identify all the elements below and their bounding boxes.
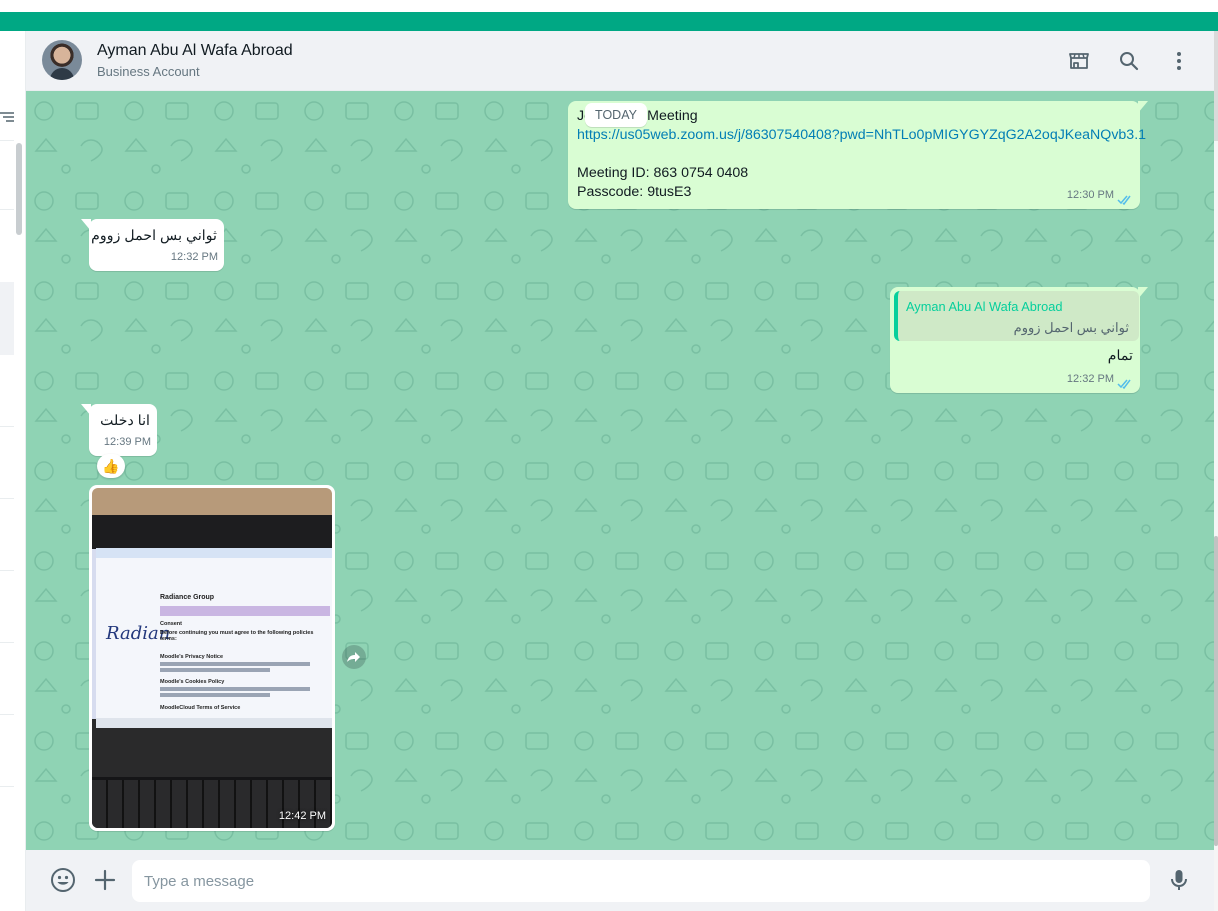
chat-list-edge bbox=[0, 31, 26, 911]
app-accent-bar bbox=[0, 12, 1218, 31]
date-divider: TODAY bbox=[585, 103, 647, 127]
message-bubble-incoming[interactable]: انا دخلت 12:39 PM bbox=[81, 404, 157, 456]
forward-icon[interactable] bbox=[342, 645, 366, 669]
contact-subtitle: Business Account bbox=[97, 64, 200, 79]
photo-text-line bbox=[160, 662, 310, 666]
catalog-icon[interactable] bbox=[1067, 49, 1091, 73]
chat-list-scrollbar[interactable] bbox=[16, 143, 22, 235]
photo-browser-tabs bbox=[96, 548, 332, 558]
photo-terms-heading: MoodleCloud Terms of Service bbox=[160, 705, 241, 711]
message-time: 12:39 PM bbox=[103, 436, 151, 448]
message-bubble-outgoing[interactable]: Ayman Abu Al Wafa Abroad ثواني بس احمل ز… bbox=[890, 287, 1148, 393]
search-icon[interactable] bbox=[1117, 49, 1141, 73]
list-divider bbox=[0, 786, 14, 787]
read-ticks-icon bbox=[1117, 379, 1131, 389]
page-scrollbar[interactable] bbox=[1214, 31, 1218, 911]
message-composer bbox=[26, 850, 1214, 911]
quoted-text: ثواني بس احمل زووم bbox=[1013, 320, 1129, 335]
list-divider bbox=[0, 209, 14, 210]
photo-consent-body: Before continuing you must agree to the … bbox=[160, 630, 314, 642]
microphone-icon[interactable] bbox=[1166, 867, 1192, 893]
list-divider bbox=[0, 426, 14, 427]
photo-consent-heading: Consent bbox=[160, 621, 182, 627]
scrollbar-track-top bbox=[1214, 31, 1218, 141]
reaction-thumbs-up[interactable]: 👍 bbox=[97, 454, 125, 478]
filter-icon[interactable] bbox=[0, 111, 14, 126]
message-text: تمام bbox=[1107, 348, 1133, 364]
quoted-message[interactable]: Ayman Abu Al Wafa Abroad ثواني بس احمل ز… bbox=[894, 291, 1139, 341]
message-time: 12:30 PM bbox=[1066, 189, 1114, 201]
meeting-link[interactable]: https://us05web.zoom.us/j/86307540408?pw… bbox=[577, 126, 1146, 145]
menu-icon[interactable] bbox=[1167, 49, 1191, 73]
list-divider bbox=[0, 498, 14, 499]
conversation-header: Ayman Abu Al Wafa Abroad Business Accoun… bbox=[26, 31, 1214, 91]
message-bubble-incoming[interactable]: ثواني بس احمل زووم 12:32 PM bbox=[81, 219, 224, 271]
image-message[interactable]: Radiance Group Radian Consent Before con… bbox=[89, 485, 335, 831]
photo-laptop-screen: Radiance Group Radian Consent Before con… bbox=[96, 548, 332, 728]
quoted-sender: Ayman Abu Al Wafa Abroad bbox=[906, 299, 1063, 314]
message-text: Passcode: 9tusE3 bbox=[577, 184, 692, 200]
scrollbar-thumb[interactable] bbox=[1214, 536, 1218, 846]
photo-thumbnail[interactable]: Radiance Group Radian Consent Before con… bbox=[92, 488, 332, 828]
message-time: 12:42 PM bbox=[278, 810, 326, 822]
message-time: 12:32 PM bbox=[170, 251, 218, 263]
photo-text-line bbox=[160, 668, 270, 672]
message-text: ثواني بس احمل زووم bbox=[91, 228, 217, 244]
photo-cookies-heading: Moodle's Cookies Policy bbox=[160, 679, 225, 685]
photo-page-title: Radiance Group bbox=[160, 594, 215, 601]
contact-name[interactable]: Ayman Abu Al Wafa Abroad bbox=[97, 42, 293, 60]
selected-chat-item[interactable] bbox=[0, 282, 14, 355]
list-divider bbox=[0, 642, 14, 643]
message-bubble-outgoing[interactable]: Join Zoom Meeting https://us05web.zoom.u… bbox=[568, 101, 1148, 209]
emoji-icon[interactable] bbox=[50, 867, 76, 893]
photo-taskbar bbox=[96, 718, 332, 728]
list-divider bbox=[0, 570, 14, 571]
list-divider bbox=[0, 140, 14, 141]
message-text: انا دخلت bbox=[100, 413, 150, 429]
message-pane[interactable]: Join Zoom Meeting https://us05web.zoom.u… bbox=[26, 91, 1214, 850]
message-time: 12:32 PM bbox=[1066, 373, 1114, 385]
photo-text-line bbox=[160, 693, 270, 697]
read-ticks-icon bbox=[1117, 195, 1131, 205]
message-text: Meeting ID: 863 0754 0408 bbox=[577, 165, 749, 181]
photo-text-line bbox=[160, 687, 310, 691]
photo-notice-bar bbox=[160, 606, 330, 616]
avatar[interactable] bbox=[42, 40, 82, 80]
attach-plus-icon[interactable] bbox=[92, 867, 118, 893]
message-input[interactable] bbox=[132, 860, 1150, 902]
list-divider bbox=[0, 714, 14, 715]
photo-privacy-heading: Moodle's Privacy Notice bbox=[160, 654, 224, 660]
